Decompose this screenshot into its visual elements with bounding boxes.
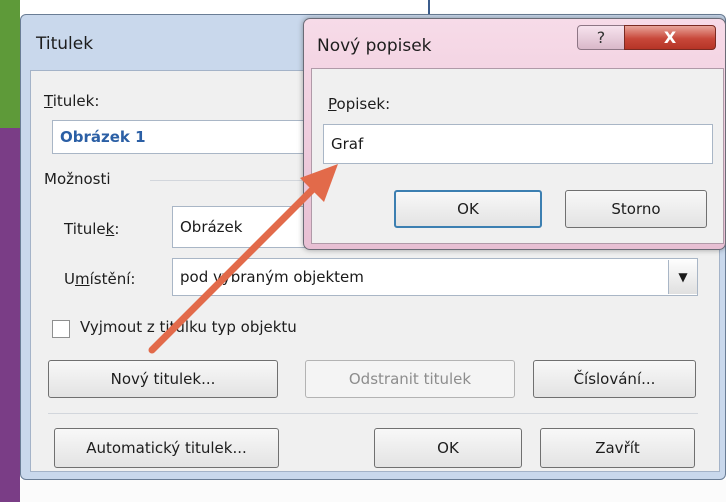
annotation-arrow-icon [148, 164, 338, 354]
